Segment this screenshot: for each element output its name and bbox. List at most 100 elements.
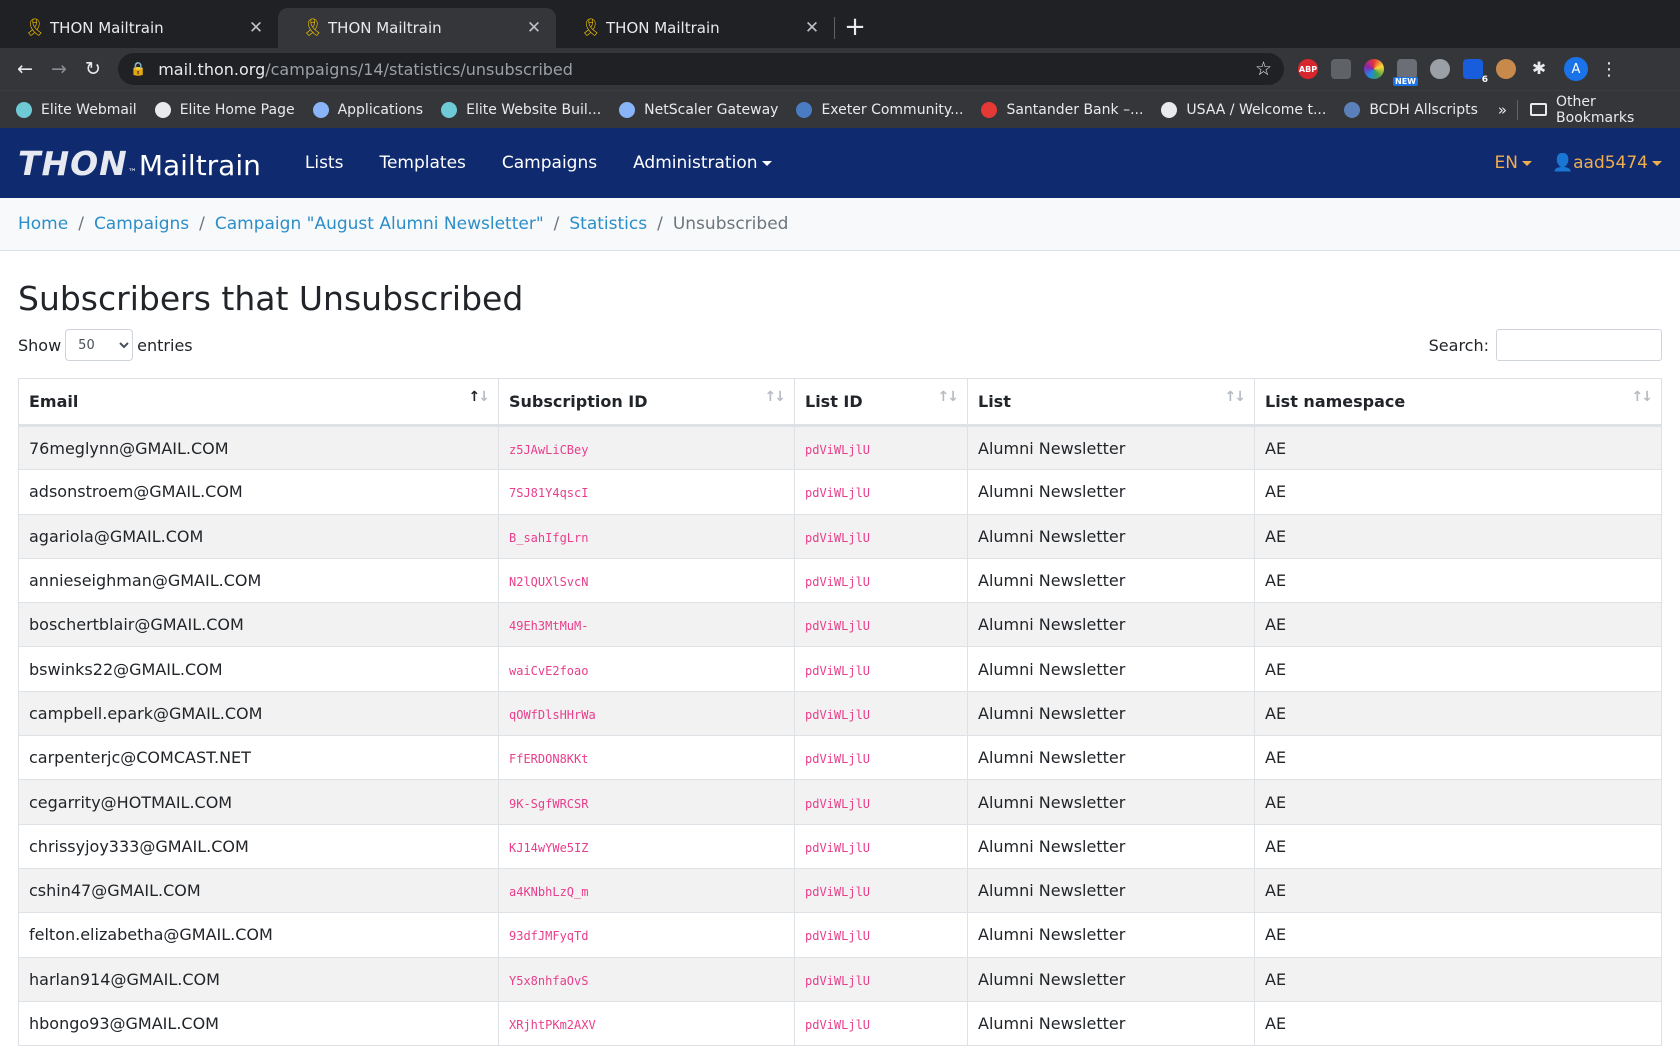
user-dropdown[interactable]: 👤aad5474: [1552, 153, 1662, 173]
column-label: List: [978, 392, 1011, 411]
subscription-id-cell: 9K-SgfWRCSR: [498, 779, 795, 825]
language-dropdown[interactable]: EN: [1494, 153, 1532, 173]
column-header-list[interactable]: List ↑↓: [967, 378, 1255, 427]
breadcrumb-campaign[interactable]: Campaign "August Alumni Newsletter": [215, 214, 544, 234]
kebab-menu-icon[interactable]: ⋮: [1600, 59, 1618, 80]
nav-templates[interactable]: Templates: [379, 153, 465, 173]
address-bar[interactable]: 🔒 mail.thon.org/campaigns/14/statistics/…: [118, 53, 1284, 85]
nav-campaigns[interactable]: Campaigns: [502, 153, 597, 173]
bookmark-label: BCDH Allscripts: [1369, 101, 1478, 118]
table-row: campbell.epark@GMAIL.COM qOWfDlsHHrWa pdVi…: [18, 690, 1662, 737]
email-cell-text: cshin47@GMAIL.COM: [29, 881, 201, 901]
column-header-list-id[interactable]: List ID ↑↓: [794, 378, 968, 427]
color-picker-icon[interactable]: [1364, 59, 1384, 79]
table-row: 76meglynn@GMAIL.COM z5JAwLiCBey pdViWLjlU A…: [18, 424, 1662, 471]
user-icon: 👤: [1551, 153, 1574, 173]
list-namespace-cell-text: AE: [1265, 1014, 1287, 1033]
entries-select[interactable]: 50: [65, 329, 134, 361]
bookmark-item[interactable]: Elite Webmail: [16, 101, 137, 118]
back-arrow-icon[interactable]: ←: [8, 58, 42, 80]
subscription-id-cell-text: z5JAwLiCBey: [509, 442, 589, 457]
breadcrumb-campaigns[interactable]: Campaigns: [94, 214, 189, 234]
extensions-area: ABP NEW 6 ✱ A: [1298, 57, 1588, 86]
browser-tab-active[interactable]: 🎗 THON Mailtrain ✕: [278, 8, 556, 48]
browser-tab[interactable]: 🎗 THON Mailtrain ✕: [556, 8, 834, 48]
browser-tab[interactable]: 🎗 THON Mailtrain ✕: [0, 8, 278, 48]
subscription-id-cell-text: qOWfDlsHHrWa: [509, 707, 596, 722]
bookmark-favicon-icon: [1161, 101, 1178, 118]
extension-gray-icon[interactable]: [1430, 59, 1450, 79]
email-cell: agariola@GMAIL.COM: [18, 513, 499, 559]
list-id-cell: pdViWLjlU: [794, 1000, 968, 1047]
bookmark-item[interactable]: Santander Bank –...: [981, 101, 1143, 118]
list-namespace-cell-text: AE: [1265, 969, 1287, 989]
email-cell: adsonstroem@GMAIL.COM: [18, 469, 499, 515]
search-input[interactable]: [1496, 329, 1662, 361]
list-namespace-cell: AE: [1254, 646, 1662, 692]
new-tab-plus-icon[interactable]: +: [835, 12, 875, 42]
email-cell-text: adsonstroem@GMAIL.COM: [29, 482, 243, 502]
column-header-email[interactable]: Email ↑↓: [18, 378, 499, 427]
adblock-icon[interactable]: ABP: [1298, 59, 1318, 79]
bookmark-item[interactable]: Applications: [312, 101, 423, 118]
breadcrumb-statistics[interactable]: Statistics: [569, 214, 647, 234]
bookmark-item[interactable]: BCDH Allscripts: [1344, 101, 1478, 118]
ribbon-icon: 🎗: [302, 18, 324, 38]
breadcrumb-separator: /: [657, 214, 663, 234]
browser-chrome: 🎗 THON Mailtrain ✕ 🎗 THON Mailtrain ✕ 🎗 …: [0, 0, 1680, 128]
extension-new-icon[interactable]: NEW: [1393, 59, 1418, 86]
bookmark-star-icon[interactable]: ☆: [1255, 58, 1272, 80]
column-header-subscription-id[interactable]: Subscription ID ↑↓: [498, 378, 795, 427]
breadcrumb-separator: /: [553, 214, 560, 234]
email-cell-text: chrissyjoy333@GMAIL.COM: [29, 836, 249, 856]
subscription-id-cell: Y5x8nhfaOvS: [498, 956, 795, 1002]
list-namespace-cell: AE: [1254, 602, 1662, 648]
bookmark-favicon-icon: [1344, 101, 1361, 118]
nav-administration[interactable]: Administration: [633, 153, 772, 173]
lock-icon[interactable]: 🔒: [130, 62, 146, 77]
cookie-icon[interactable]: [1496, 59, 1516, 79]
bookmarks-overflow-icon[interactable]: »: [1498, 101, 1507, 119]
breadcrumb-home[interactable]: Home: [18, 214, 68, 234]
bookmark-label: Elite Home Page: [179, 101, 295, 118]
email-cell-text: campbell.epark@GMAIL.COM: [29, 703, 263, 723]
list-namespace-cell-text: AE: [1265, 526, 1287, 546]
bookmark-item[interactable]: USAA / Welcome t...: [1161, 101, 1326, 118]
subscription-id-cell-text: N2lQUXlSvcN: [509, 575, 589, 590]
table-row: harlan914@GMAIL.COM Y5x8nhfaOvS pdViWLjlU A…: [18, 956, 1662, 1002]
nav-lists[interactable]: Lists: [305, 153, 344, 173]
subscription-id-cell-text: KJ14wYWe5IZ: [509, 840, 589, 855]
puzzle-icon[interactable]: ✱: [1529, 59, 1549, 79]
bookmark-item[interactable]: Exeter Community...: [796, 101, 964, 118]
column-label: List ID: [805, 392, 863, 411]
bitwarden-icon[interactable]: 6: [1463, 59, 1488, 85]
bookmark-item[interactable]: NetScaler Gateway: [619, 101, 778, 118]
list-namespace-cell-text: AE: [1265, 659, 1287, 679]
email-cell: chrissyjoy333@GMAIL.COM: [18, 823, 499, 869]
close-icon[interactable]: ✕: [526, 18, 542, 38]
office-icon[interactable]: [1331, 59, 1351, 79]
bookmark-label: Exeter Community...: [821, 101, 964, 118]
ribbon-icon: 🎗: [24, 18, 46, 38]
bookmark-favicon-icon: [981, 101, 998, 118]
folder-icon: [1530, 103, 1548, 116]
close-icon[interactable]: ✕: [248, 18, 264, 38]
list-id-cell-text: pdViWLjlU: [805, 973, 871, 988]
column-label: Subscription ID: [509, 392, 648, 411]
close-icon[interactable]: ✕: [804, 18, 820, 38]
brand-logo[interactable]: THON ™ Mailtrain: [18, 144, 261, 183]
bookmark-item[interactable]: Elite Home Page: [154, 101, 295, 118]
profile-avatar[interactable]: A: [1564, 57, 1588, 81]
forward-arrow-icon[interactable]: →: [42, 58, 76, 80]
other-bookmarks[interactable]: Other Bookmarks: [1530, 94, 1670, 126]
sort-icon: ↑↓: [1224, 389, 1247, 405]
list-name-cell: Alumni Newsletter: [967, 424, 1255, 471]
list-name-cell: Alumni Newsletter: [967, 1000, 1255, 1047]
column-header-list-namespace[interactable]: List namespace ↑↓: [1254, 378, 1662, 427]
list-name-cell: Alumni Newsletter: [967, 513, 1255, 559]
list-name-cell-text: Alumni Newsletter: [978, 526, 1126, 546]
bookmark-item[interactable]: Elite Website Buil...: [441, 101, 601, 118]
reload-icon[interactable]: ↻: [76, 58, 110, 80]
subscription-id-cell: KJ14wYWe5IZ: [498, 823, 795, 869]
list-name-cell: Alumni Newsletter: [967, 646, 1255, 692]
